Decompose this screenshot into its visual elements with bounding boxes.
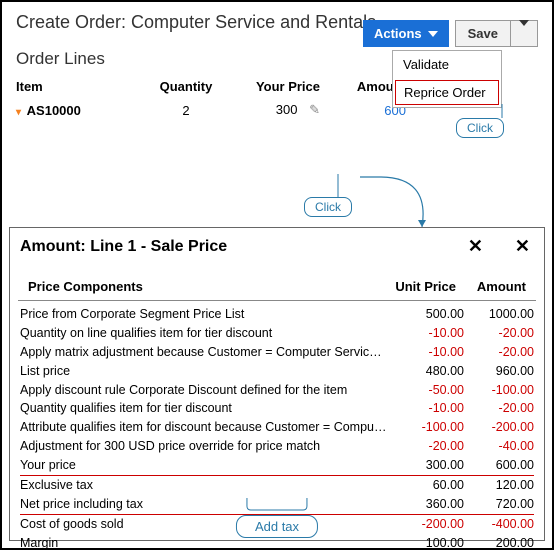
- item-code: AS10000: [27, 103, 81, 118]
- amount-value: -40.00: [464, 438, 534, 455]
- component-label: Price from Corporate Segment Price List: [20, 306, 394, 323]
- annotation-addtax: Add tax: [236, 515, 318, 538]
- item-icon: ▾: [16, 107, 21, 118]
- price-component-row: List price480.00960.00: [20, 362, 534, 381]
- component-label: Apply matrix adjustment because Customer…: [20, 344, 394, 361]
- actions-button[interactable]: Actions: [363, 20, 449, 47]
- unit-price-value: 500.00: [394, 306, 464, 323]
- panel-title: Amount: Line 1 - Sale Price: [20, 238, 464, 256]
- amount-value: 1000.00: [464, 306, 534, 323]
- price-component-row: Exclusive tax60.00120.00: [20, 475, 534, 495]
- callout-line-icon: [332, 174, 362, 199]
- menu-item-validate[interactable]: Validate: [393, 51, 501, 78]
- component-label: Your price: [20, 457, 394, 474]
- chevron-down-icon: [519, 20, 529, 41]
- col-item: Item: [16, 79, 136, 94]
- annotation-click: Click: [456, 118, 504, 138]
- unit-price-value: -50.00: [394, 382, 464, 399]
- unit-price-value: -10.00: [394, 344, 464, 361]
- unit-price-value: 300.00: [394, 457, 464, 474]
- col-unit-price: Unit Price: [386, 279, 456, 294]
- amount-value: 600.00: [464, 457, 534, 474]
- col-qty: Quantity: [136, 79, 236, 94]
- component-label: Cost of goods sold: [20, 516, 394, 533]
- component-label: List price: [20, 363, 394, 380]
- amount-value: -100.00: [464, 382, 534, 399]
- actions-label: Actions: [374, 26, 422, 41]
- amount-value: 960.00: [464, 363, 534, 380]
- price-component-row: Price from Corporate Segment Price List5…: [20, 305, 534, 324]
- arrow-icon: [360, 172, 430, 232]
- pencil-icon[interactable]: ✎: [309, 102, 320, 117]
- amount-value: -20.00: [464, 325, 534, 342]
- component-label: Margin: [20, 535, 394, 552]
- unit-price-value: -10.00: [394, 325, 464, 342]
- price-component-row: Adjustment for 300 USD price override fo…: [20, 437, 534, 456]
- price-component-row: Your price300.00600.00: [20, 456, 534, 475]
- component-label: Attribute qualifies item for discount be…: [20, 419, 394, 436]
- price-value: 300: [276, 102, 298, 117]
- component-label: Quantity on line qualifies item for tier…: [20, 325, 394, 342]
- menu-item-reprice-order[interactable]: Reprice Order: [395, 80, 499, 105]
- chevron-down-icon: [428, 31, 438, 37]
- unit-price-value: 100.00: [394, 535, 464, 552]
- save-dropdown-button[interactable]: [511, 20, 538, 47]
- component-label: Net price including tax: [20, 496, 394, 513]
- close-icon[interactable]: ✕: [511, 236, 534, 257]
- component-label: Apply discount rule Corporate Discount d…: [20, 382, 394, 399]
- col-amount: Amount: [456, 279, 526, 294]
- price-component-row: Apply matrix adjustment because Customer…: [20, 343, 534, 362]
- callout-connector-icon: [237, 498, 317, 512]
- price-panel: Amount: Line 1 - Sale Price ✕ ✕ Price Co…: [9, 227, 545, 541]
- amount-value: -20.00: [464, 400, 534, 417]
- amount-value: 200.00: [464, 535, 534, 552]
- close-icon[interactable]: ✕: [464, 236, 487, 257]
- annotation-click: Click: [304, 197, 352, 217]
- price-component-row: Quantity on line qualifies item for tier…: [20, 324, 534, 343]
- unit-price-value: -10.00: [394, 400, 464, 417]
- qty-value: 2: [136, 103, 236, 118]
- unit-price-value: 360.00: [394, 496, 464, 513]
- unit-price-value: -200.00: [394, 516, 464, 533]
- actions-menu: ValidateReprice Order: [392, 50, 502, 108]
- unit-price-value: -20.00: [394, 438, 464, 455]
- price-component-row: Apply discount rule Corporate Discount d…: [20, 381, 534, 400]
- component-label: Exclusive tax: [20, 477, 394, 494]
- amount-value: -20.00: [464, 344, 534, 361]
- price-component-row: Attribute qualifies item for discount be…: [20, 418, 534, 437]
- unit-price-value: -100.00: [394, 419, 464, 436]
- col-components: Price Components: [28, 279, 386, 294]
- col-price: Your Price: [236, 79, 326, 94]
- save-button[interactable]: Save: [455, 20, 511, 47]
- component-label: Quantity qualifies item for tier discoun…: [20, 400, 394, 417]
- unit-price-value: 60.00: [394, 477, 464, 494]
- amount-value: -200.00: [464, 419, 534, 436]
- top-button-bar: Actions Save: [363, 20, 538, 47]
- amount-value: -400.00: [464, 516, 534, 533]
- price-component-row: Quantity qualifies item for tier discoun…: [20, 399, 534, 418]
- amount-value: 120.00: [464, 477, 534, 494]
- amount-value: 720.00: [464, 496, 534, 513]
- component-label: Adjustment for 300 USD price override fo…: [20, 438, 394, 455]
- annotation-addtax-wrap: Add tax: [236, 498, 318, 538]
- unit-price-value: 480.00: [394, 363, 464, 380]
